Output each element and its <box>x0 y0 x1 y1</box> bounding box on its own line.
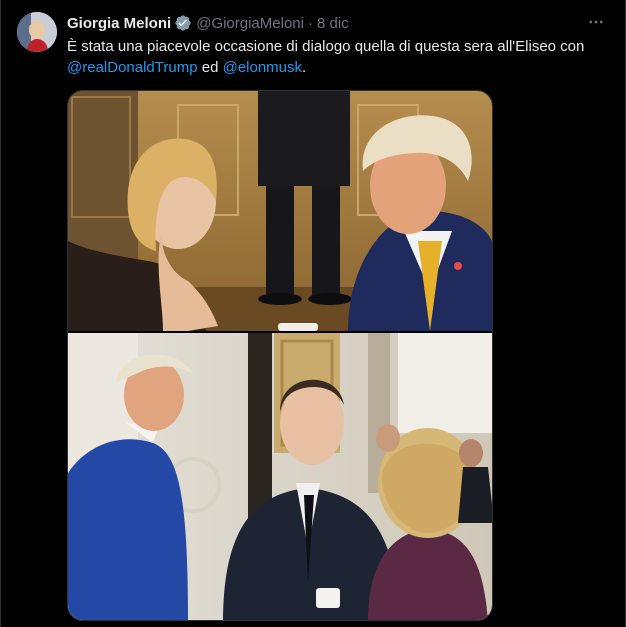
author-avatar[interactable] <box>17 12 57 52</box>
separator-dot: · <box>307 14 313 32</box>
tweet-text-part3: . <box>302 59 307 76</box>
photo-trump-musk-meloni[interactable] <box>68 333 492 620</box>
tweet: Giorgia Meloni @GiorgiaMeloni · 8 dic È … <box>0 0 626 627</box>
tweet-text: È stata una piacevole occasione di dialo… <box>67 36 607 78</box>
verified-badge-icon <box>174 14 192 32</box>
tweet-timestamp[interactable]: 8 dic <box>317 15 349 32</box>
tweet-text-part2: ed <box>197 59 223 76</box>
tweet-header: Giorgia Meloni @GiorgiaMeloni · 8 dic <box>67 13 349 33</box>
author-name[interactable]: Giorgia Meloni <box>67 15 171 32</box>
mention-elonmusk[interactable]: @elonmusk <box>223 59 302 76</box>
media-grid <box>67 90 493 621</box>
tweet-text-part1: È stata una piacevole occasione di dialo… <box>67 38 585 55</box>
mention-realdonaldtrump[interactable]: @realDonaldTrump <box>67 59 198 76</box>
photo-meloni-trump[interactable] <box>68 91 492 331</box>
author-handle[interactable]: @GiorgiaMeloni <box>196 15 304 32</box>
more-options-icon[interactable] <box>585 12 607 32</box>
